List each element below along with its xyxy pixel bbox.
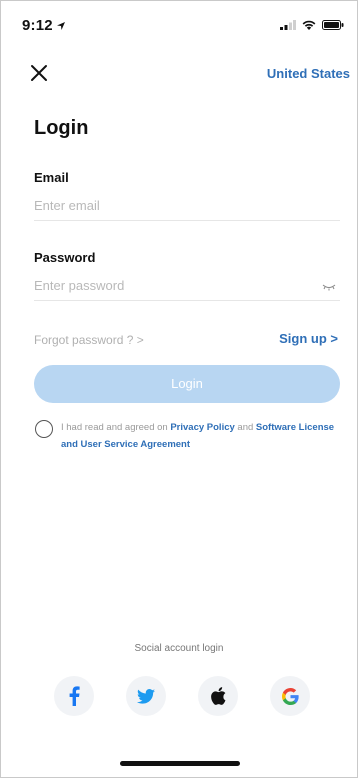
apple-login-button[interactable] — [198, 676, 238, 716]
wifi-icon — [302, 20, 316, 30]
password-label: Password — [34, 250, 96, 265]
email-label: Email — [34, 170, 69, 185]
battery-icon — [322, 20, 344, 30]
facebook-icon — [69, 686, 80, 706]
twitter-login-button[interactable] — [126, 676, 166, 716]
password-field[interactable] — [34, 271, 340, 301]
home-indicator[interactable] — [120, 761, 240, 766]
page-title: Login — [34, 117, 89, 139]
location-arrow-icon — [56, 22, 65, 30]
google-icon — [281, 687, 299, 705]
login-button[interactable]: Login — [34, 365, 340, 403]
social-login-caption: Social account login — [134, 643, 224, 654]
signal-icon — [280, 20, 296, 30]
twitter-icon — [137, 688, 155, 704]
email-field[interactable] — [34, 191, 340, 221]
google-login-button[interactable] — [270, 676, 310, 716]
status-bar: 9:12 — [0, 0, 358, 44]
status-time: 9:12 — [22, 17, 66, 34]
agreement-text: I had read and agreed on Privacy Policy … — [61, 420, 346, 453]
agreement-checkbox[interactable] — [35, 420, 53, 438]
agreement-connector: and — [237, 422, 254, 433]
region-selector[interactable]: United States — [267, 66, 350, 81]
status-icons — [280, 20, 344, 30]
sign-up-link[interactable]: Sign up > — [279, 331, 338, 346]
forgot-password-link[interactable]: Forgot password ? > — [34, 333, 144, 347]
eye-closed-icon[interactable] — [322, 283, 336, 291]
apple-icon — [210, 687, 225, 705]
social-login-row — [54, 676, 310, 716]
agreement-prefix: I had read and agreed on — [61, 422, 168, 433]
close-icon[interactable] — [30, 64, 48, 82]
status-time-text: 9:12 — [22, 17, 53, 34]
facebook-login-button[interactable] — [54, 676, 94, 716]
privacy-policy-link[interactable]: Privacy Policy — [170, 422, 234, 433]
